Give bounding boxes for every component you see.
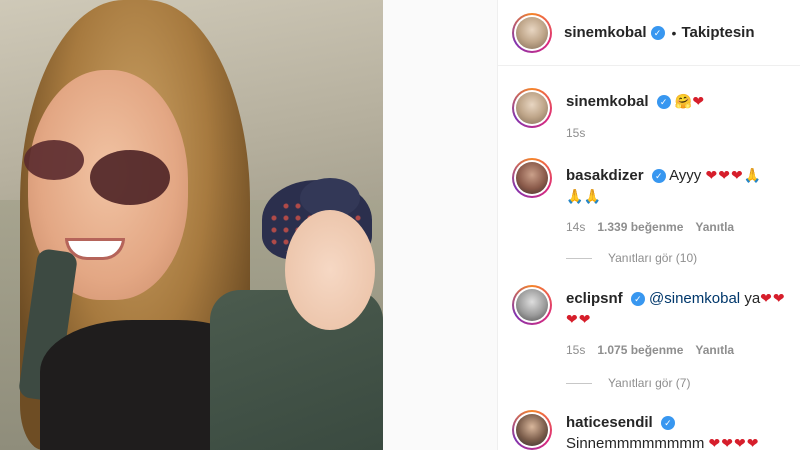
verified-badge-icon: ✓ <box>656 95 671 109</box>
hugging-face-icon: 🤗 <box>674 93 693 109</box>
comment-item: sinemkobal ✓ 🤗❤ 15s <box>512 88 797 140</box>
comment-item: basakdizer ✓ Ayyy ❤❤❤🙏 🙏🙏 14s 1.339 beğe… <box>512 158 797 234</box>
commenter-avatar[interactable] <box>512 285 552 325</box>
red-heart-icon: ❤ <box>578 311 592 327</box>
replies-divider <box>566 382 592 384</box>
verified-badge-icon: ✓ <box>650 25 665 40</box>
view-replies-button[interactable]: Yanıtları gör (10) <box>566 251 697 265</box>
red-heart-icon: ❤ <box>708 435 722 450</box>
commenter-username[interactable]: basakdizer <box>566 167 644 184</box>
red-heart-icon: ❤ <box>746 435 760 450</box>
comment-text: Sinnemmmmmmmm <box>566 435 705 450</box>
avatar-image <box>516 162 548 194</box>
mention-link[interactable]: @sinemkobal <box>649 290 740 307</box>
reply-button[interactable]: Yanıtla <box>695 220 734 234</box>
photo-baby-face <box>285 210 375 330</box>
avatar-image <box>516 414 548 446</box>
commenter-username[interactable]: haticesendil <box>566 414 653 431</box>
commenter-username[interactable]: sinemkobal <box>566 93 649 110</box>
comment-item: haticesendil ✓ Sinnemmmmmmmm ❤❤❤❤ <box>512 410 797 450</box>
red-heart-icon: ❤ <box>721 435 734 450</box>
verified-badge-icon: ✓ <box>630 292 645 306</box>
folded-hands-icon: 🙏 <box>583 188 601 204</box>
commenter-avatar[interactable] <box>512 410 552 450</box>
owner-avatar[interactable] <box>512 12 552 53</box>
view-replies-label: Yanıtları gör (7) <box>608 376 691 390</box>
verified-badge-icon: ✓ <box>651 169 666 183</box>
owner-username[interactable]: sinemkobal <box>564 24 647 41</box>
red-heart-icon: ❤ <box>718 167 731 183</box>
red-heart-icon: ❤ <box>566 311 579 327</box>
avatar-image <box>516 92 548 124</box>
folded-hands-icon: 🙏 <box>566 188 584 204</box>
reply-button[interactable]: Yanıtla <box>695 343 734 357</box>
comment-likes[interactable]: 1.339 beğenme <box>597 220 683 234</box>
red-heart-icon: ❤ <box>730 167 744 183</box>
avatar-image <box>516 16 548 49</box>
replies-divider <box>566 257 592 259</box>
separator-dot: • <box>671 24 677 41</box>
red-heart-icon: ❤ <box>692 93 706 109</box>
folded-hands-icon: 🙏 <box>743 167 762 183</box>
post-header: sinemkobal ✓ • Takiptesin <box>498 0 800 66</box>
gutter <box>383 0 500 450</box>
comment-time[interactable]: 14s <box>566 220 585 234</box>
commenter-avatar[interactable] <box>512 158 552 198</box>
photo-sunglasses-right <box>90 150 170 205</box>
comment-item: eclipsnf ✓ @sinemkobal ya❤❤ ❤❤ 15s 1.075… <box>512 285 797 357</box>
verified-badge-icon: ✓ <box>660 416 675 430</box>
red-heart-icon: ❤ <box>760 290 773 306</box>
comment-time[interactable]: 15s <box>566 343 585 357</box>
follow-status-button[interactable]: Takiptesin <box>681 24 754 41</box>
view-replies-label: Yanıtları gör (10) <box>608 251 698 265</box>
comment-time[interactable]: 15s <box>566 126 585 140</box>
commenter-avatar[interactable] <box>512 88 552 128</box>
comment-likes[interactable]: 1.075 beğenme <box>597 343 683 357</box>
comments-panel: sinemkobal ✓ • Takiptesin sinemkobal ✓ 🤗… <box>497 0 800 450</box>
post-photo[interactable] <box>0 0 383 450</box>
commenter-username[interactable]: eclipsnf <box>566 290 623 307</box>
photo-sunglasses-left <box>24 140 84 180</box>
red-heart-icon: ❤ <box>705 167 719 183</box>
red-heart-icon: ❤ <box>772 290 786 306</box>
red-heart-icon: ❤ <box>733 435 747 450</box>
avatar-image <box>516 289 548 321</box>
owner-info: sinemkobal ✓ • Takiptesin <box>564 24 755 41</box>
comment-text: ya <box>744 290 761 307</box>
comment-text: Ayyy <box>669 167 702 184</box>
view-replies-button[interactable]: Yanıtları gör (7) <box>566 376 690 390</box>
